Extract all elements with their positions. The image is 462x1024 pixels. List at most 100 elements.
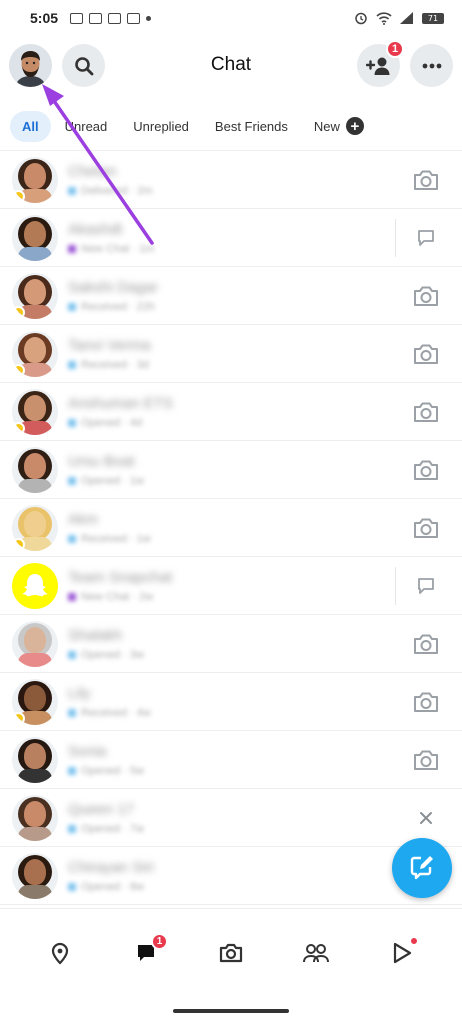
chat-status: Received · 3d — [68, 359, 149, 371]
tab-new[interactable]: New + — [302, 109, 376, 143]
status-indicator-icon — [68, 187, 76, 195]
tab-label: Unreplied — [133, 118, 189, 134]
chat-row[interactable]: Shalakh Opened · 3w — [0, 615, 462, 673]
friend-avatar[interactable] — [12, 563, 58, 609]
status-indicator-icon — [68, 303, 76, 311]
status-indicator-icon — [68, 709, 76, 717]
chat-status-text: Opened · 4d — [81, 417, 143, 429]
chat-row[interactable]: Lily Received · 4w — [0, 673, 462, 731]
quick-snap-button[interactable] — [410, 686, 442, 718]
quick-snap-button[interactable] — [410, 744, 442, 776]
friend-avatar[interactable] — [12, 853, 58, 899]
chat-status-text: Opened · 3w — [81, 649, 144, 661]
reply-chat-button[interactable] — [410, 570, 442, 602]
chat-row[interactable]: Ursu Boat Opened · 1w — [0, 441, 462, 499]
nav-map-button[interactable] — [42, 935, 78, 971]
youtube-icon — [127, 12, 141, 24]
chat-row[interactable]: Sakshi Dagar Received · 22h — [0, 267, 462, 325]
chat-row[interactable]: Team Snapchat New Chat · 2w — [0, 557, 462, 615]
more-notifications-icon — [146, 15, 152, 21]
chat-status-text: Received · 1w — [81, 533, 151, 545]
camera-icon — [412, 458, 440, 482]
status-indicator-icon — [68, 535, 76, 543]
chat-status: Received · 4w — [68, 707, 151, 719]
tab-label: Best Friends — [214, 118, 288, 134]
close-icon — [419, 811, 433, 825]
signal-icon — [400, 12, 413, 24]
nav-stories-button[interactable] — [298, 935, 334, 971]
friend-avatar[interactable] — [12, 795, 58, 841]
add-friend-icon — [365, 57, 389, 75]
chat-status-text: Opened · 8w — [81, 881, 144, 893]
streak-badge — [12, 364, 25, 377]
status-indicator-icon — [68, 651, 76, 659]
chat-row[interactable]: Tanvi Verma Received · 3d — [0, 325, 462, 383]
camera-icon — [412, 632, 440, 656]
reply-chat-button[interactable] — [410, 222, 442, 254]
more-options-button[interactable] — [410, 44, 453, 87]
status-indicator-icon — [68, 593, 76, 601]
chat-row[interactable]: Chetan Delivered · 2m — [0, 151, 462, 209]
streak-badge — [12, 712, 25, 725]
dismiss-button[interactable] — [410, 802, 442, 834]
camera-icon — [219, 943, 243, 963]
chat-status: New Chat · 1m — [68, 243, 154, 255]
quick-snap-button[interactable] — [410, 628, 442, 660]
more-dots-icon — [422, 63, 441, 68]
friend-avatar[interactable] — [12, 215, 58, 261]
camera-icon — [412, 168, 440, 192]
quick-snap-button[interactable] — [410, 280, 442, 312]
chat-row[interactable]: Akm Received · 1w — [0, 499, 462, 557]
friend-name: Shalakh — [68, 627, 123, 644]
friend-name: Ursu Boat — [68, 453, 135, 470]
friend-avatar[interactable] — [12, 331, 58, 377]
streak-badge — [12, 306, 25, 319]
chat-status-text: Opened · 1w — [81, 475, 144, 487]
friend-avatar[interactable] — [12, 679, 58, 725]
quick-snap-button[interactable] — [410, 164, 442, 196]
friend-avatar[interactable] — [12, 621, 58, 667]
camera-icon — [412, 748, 440, 772]
instagram-icon — [70, 12, 84, 24]
friend-avatar[interactable] — [12, 447, 58, 493]
chat-status: Opened · 8w — [68, 881, 144, 893]
nav-camera-button[interactable] — [213, 935, 249, 971]
chat-status: Opened · 3w — [68, 649, 144, 661]
chat-list: Chetan Delivered · 2m Akashdt New Chat · 1m… — [0, 151, 462, 905]
new-chat-button[interactable] — [392, 838, 452, 898]
tab-best-friends[interactable]: Best Friends — [203, 111, 300, 142]
nav-spotlight-button[interactable] — [384, 935, 420, 971]
nav-chat-button[interactable]: 1 — [128, 933, 168, 971]
chat-status: Received · 22h — [68, 301, 155, 313]
friend-avatar[interactable] — [12, 389, 58, 435]
youtube-icon — [108, 12, 122, 24]
tab-unreplied[interactable]: Unreplied — [121, 111, 201, 142]
chat-row[interactable]: Queen 17 Opened · 7w — [0, 789, 462, 847]
tab-unread[interactable]: Unread — [53, 111, 120, 142]
friend-avatar[interactable] — [12, 737, 58, 783]
plus-icon: + — [345, 117, 364, 135]
home-indicator[interactable] — [173, 1009, 289, 1013]
chat-status: New Chat · 2w — [68, 591, 153, 603]
status-bar: 5:05 71 — [0, 0, 462, 36]
chat-status: Opened · 1w — [68, 475, 144, 487]
chat-status: Opened · 5w — [68, 765, 144, 777]
friend-avatar[interactable] — [12, 505, 58, 551]
friend-name: Chirayan Siri — [68, 859, 154, 876]
battery-icon: 71 — [422, 12, 444, 24]
chat-row[interactable]: Akashdt New Chat · 1m — [0, 209, 462, 267]
quick-snap-button[interactable] — [410, 396, 442, 428]
friend-avatar[interactable] — [12, 157, 58, 203]
chat-row[interactable]: Anshuman ETS Opened · 4d — [0, 383, 462, 441]
chat-row[interactable]: Sonia Opened · 5w — [0, 731, 462, 789]
friend-avatar[interactable] — [12, 273, 58, 319]
quick-snap-button[interactable] — [410, 338, 442, 370]
quick-snap-button[interactable] — [410, 454, 442, 486]
camera-icon — [412, 342, 440, 366]
chat-bubble-icon — [416, 228, 436, 248]
tab-all[interactable]: All — [10, 110, 51, 142]
quick-snap-button[interactable] — [410, 512, 442, 544]
add-friend-button[interactable]: 1 — [357, 40, 404, 87]
chat-status-text: Opened · 5w — [81, 765, 144, 777]
divider — [395, 219, 396, 257]
